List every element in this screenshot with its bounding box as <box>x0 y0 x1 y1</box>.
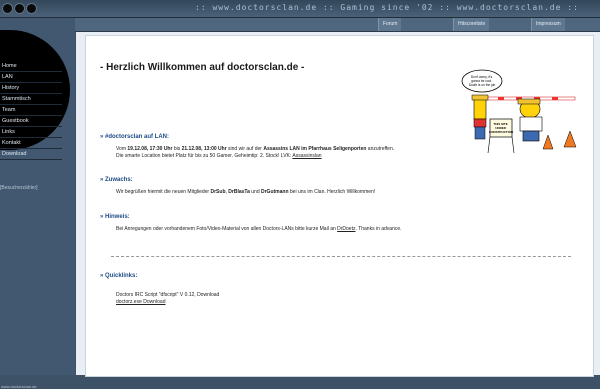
content-panel: - Herzlich Willkommen auf doctorsclan.de… <box>85 35 594 377</box>
lan-location-text: Die smarte Location bietet Platz für bis… <box>116 153 293 159</box>
hinweis-text: . Thanks in advance. <box>355 226 402 232</box>
visitor-counter-image: [Besucherzähler] <box>0 185 38 191</box>
dot-icon <box>2 3 13 14</box>
lan-date-start: 19.12.08, 17:30 Uhr <box>127 146 173 152</box>
zuwachs-text: und <box>249 189 261 195</box>
subnav-forum[interactable]: Forum <box>378 18 402 31</box>
subnav-impressum[interactable]: Impressum <box>531 18 565 31</box>
section-lan-body: Vom 19.12.08, 17:30 Uhr bis 21.12.08, 13… <box>116 146 496 160</box>
quicklink-doctorz[interactable]: doctorz.exe Download <box>116 299 165 305</box>
section-hinweis-heading: » Hinweis: <box>100 214 130 220</box>
sidebar-item-download[interactable]: Download <box>0 149 62 160</box>
sidebar-item-kontakt[interactable]: Kontakt <box>0 138 62 149</box>
zuwachs-text: bei uns im Clan. Herzlich Willkommen! <box>288 189 376 195</box>
main-menu: Home LAN History Stammtisch Team Guestbo… <box>0 61 72 160</box>
cartoon-sign-line: CONSTRUCTION <box>489 130 513 134</box>
assassinslan-link[interactable]: Assassinslan <box>292 153 321 159</box>
lan-text: bis <box>172 146 182 152</box>
top-bar: :: www.doctorsclan.de :: Gaming since '0… <box>0 0 600 18</box>
dot-icon <box>26 3 37 14</box>
sub-navigation: Forum Hitscoreliste Impressum <box>75 18 600 32</box>
cartoon-bubble-text: Don't worry, it's gonna be cool. Doofe i… <box>469 75 496 87</box>
section-quicklinks-heading: » Quicklinks: <box>100 273 138 279</box>
lan-text: sind wir auf der <box>226 146 264 152</box>
footer-url: www.doctorsclan.de <box>1 384 37 389</box>
sidebar-item-links[interactable]: Links <box>0 127 62 138</box>
sidebar-item-stammtisch[interactable]: Stammtisch <box>0 94 62 105</box>
sidebar-item-home[interactable]: Home <box>0 61 62 72</box>
member-name: DrBlasTa <box>228 189 250 195</box>
section-lan-heading: » #doctorsclan auf LAN: <box>100 134 170 140</box>
hinweis-text: Bei Anregungen oder vorhandenem Foto/Vid… <box>116 226 338 232</box>
section-hinweis-body: Bei Anregungen oder vorhandenem Foto/Vid… <box>116 226 516 233</box>
cartoon-bubble-line: Doofe is on the job <box>469 83 496 87</box>
member-name: DrGutmann <box>261 189 289 195</box>
sidebar-item-team[interactable]: Team <box>0 105 62 116</box>
site-slogan: :: www.doctorsclan.de :: Gaming since '0… <box>195 3 579 12</box>
sidebar-item-guestbook[interactable]: Guestbook <box>0 116 62 127</box>
sidebar-item-lan[interactable]: LAN <box>0 72 62 83</box>
content-area: - Herzlich Willkommen auf doctorsclan.de… <box>76 32 600 377</box>
page-title: - Herzlich Willkommen auf doctorsclan.de… <box>100 62 305 73</box>
section-zuwachs-heading: » Zuwachs: <box>100 177 133 183</box>
zuwachs-text: Wir begrüßen hiermit die neuen Mitgliede… <box>116 189 211 195</box>
lan-text: Vom <box>116 146 128 152</box>
lan-text: anzutreffen. <box>366 146 395 152</box>
section-quicklinks-body: Doctors IRC Script "dfscript" V 0.12, Do… <box>116 292 456 306</box>
sidebar-item-history[interactable]: History <box>0 83 62 94</box>
subnav-hitscoreliste[interactable]: Hitscoreliste <box>453 18 490 31</box>
drdoetz-link[interactable]: DrDoetz <box>337 226 355 232</box>
window-dots <box>2 3 37 14</box>
quicklink-dfscript[interactable]: Doctors IRC Script "dfscript" V 0.12, Do… <box>116 292 219 298</box>
member-name: DrSub <box>210 189 226 195</box>
content-divider <box>111 256 571 257</box>
left-sidebar: Home LAN History Stammtisch Team Guestbo… <box>0 18 75 389</box>
lan-event-name: Assassins LAN im Pfarrhaus Seligenporten <box>263 146 367 152</box>
lan-date-end: 21.12.08, 13:00 Uhr <box>181 146 227 152</box>
section-zuwachs-body: Wir begrüßen hiermit die neuen Mitgliede… <box>116 189 496 196</box>
dot-icon <box>14 3 25 14</box>
